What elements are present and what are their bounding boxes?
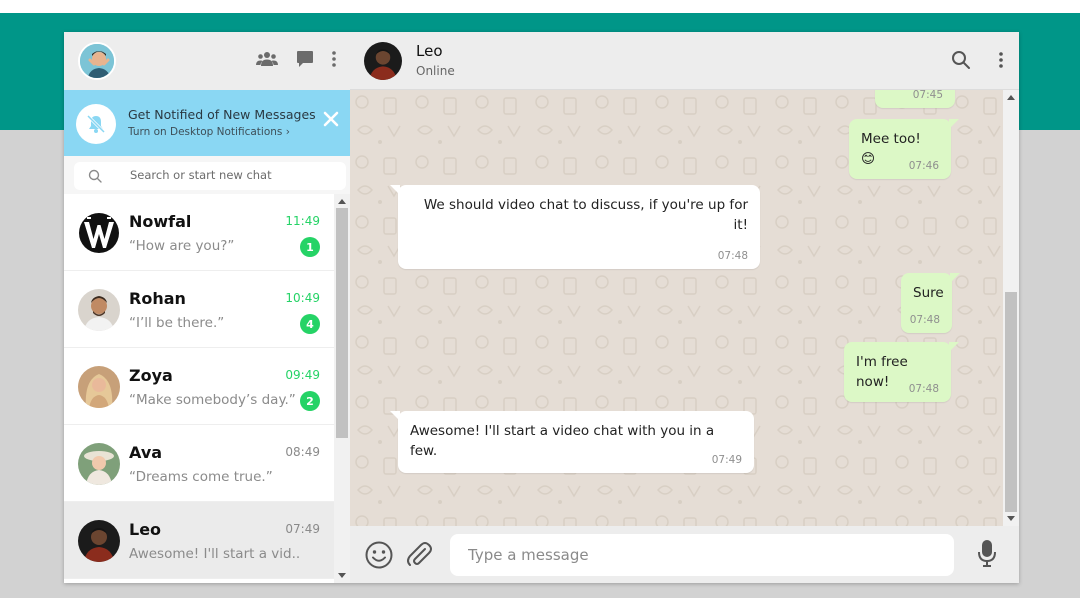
more-vertical-icon[interactable]: [999, 52, 1003, 72]
scrollbar-thumb[interactable]: [336, 208, 348, 438]
message-bubble-outgoing: I'm free now! 07:48: [844, 342, 959, 402]
sidebar-header: [64, 32, 350, 90]
conversation-panel: Leo Online 07:45 Mee too! 😊 07:46 We sho…: [350, 32, 1019, 583]
notification-banner[interactable]: Get Notified of New Messages Turn on Des…: [64, 90, 350, 156]
avatar: [78, 366, 120, 408]
scrollbar-thumb[interactable]: [1005, 292, 1017, 512]
conversation-header: Leo Online: [350, 32, 1019, 90]
message-time: 07:46: [908, 160, 939, 172]
chat-time: 08:49: [285, 445, 320, 459]
message-time: 07:45: [912, 90, 943, 101]
avatar: [78, 212, 120, 254]
message-input[interactable]: [450, 534, 954, 576]
message-bubble-outgoing: 07:45: [875, 90, 955, 108]
avatar: [78, 289, 120, 331]
avatar: [78, 443, 120, 485]
scroll-up-icon[interactable]: [338, 199, 346, 204]
more-vertical-icon[interactable]: [332, 51, 336, 71]
page-top-strip: [0, 0, 1080, 13]
message-area: 07:45 Mee too! 😊 07:46 We should video c…: [350, 90, 1003, 526]
unread-badge: 2: [300, 391, 320, 411]
chat-name: Rohan: [129, 289, 186, 308]
message-bubble-incoming: Awesome! I'll start a video chat with yo…: [390, 411, 754, 473]
bell-off-icon: [76, 104, 116, 144]
chat-item-ava[interactable]: Ava 08:49 “Dreams come true.”: [64, 425, 334, 502]
chat-time: 10:49: [285, 291, 320, 305]
chat-item-zoya[interactable]: Zoya 09:49 “Make somebody’s day.” 2: [64, 348, 334, 425]
message-time: 07:48: [909, 314, 940, 326]
search-bar: [64, 156, 350, 194]
chat-name: Zoya: [129, 366, 173, 385]
chat-preview: “How are you?”: [129, 238, 235, 254]
microphone-icon[interactable]: [977, 538, 997, 572]
search-input[interactable]: [130, 168, 330, 182]
unread-badge: 4: [300, 314, 320, 334]
chat-item-nowfal[interactable]: Nowfal 11:49 “How are you?” 1: [64, 194, 334, 271]
message-bubble-outgoing: Sure 07:48: [901, 273, 960, 333]
search-box: [74, 162, 346, 190]
contact-name[interactable]: Leo: [416, 42, 443, 60]
message-text: Awesome! I'll start a video chat with yo…: [410, 423, 715, 459]
sidebar: Get Notified of New Messages Turn on Des…: [64, 32, 350, 583]
message-time: 07:48: [717, 250, 748, 262]
chat-list-scrollbar[interactable]: [334, 194, 350, 583]
sidebar-header-actions: [256, 50, 336, 72]
chat-item-rohan[interactable]: Rohan 10:49 “I’ll be there.” 4: [64, 271, 334, 348]
search-icon[interactable]: [951, 50, 971, 74]
message-square-icon[interactable]: [296, 50, 314, 72]
scroll-up-icon[interactable]: [1007, 95, 1015, 100]
scroll-down-icon[interactable]: [1007, 516, 1015, 521]
chat-name: Leo: [129, 520, 162, 539]
message-time: 07:48: [908, 383, 939, 395]
notification-title: Get Notified of New Messages: [128, 107, 316, 122]
avatar: [78, 520, 120, 562]
conversation-actions: [951, 50, 1003, 74]
chat-preview: “I’ll be there.”: [129, 315, 225, 331]
notification-link[interactable]: Turn on Desktop Notifications ›: [128, 126, 290, 138]
message-text: Sure: [913, 285, 944, 301]
message-time: 07:49: [711, 454, 742, 466]
chat-time: 07:49: [285, 522, 320, 536]
chat-preview: Awesome! I'll start a vid..: [129, 546, 301, 562]
scroll-down-icon[interactable]: [338, 573, 346, 578]
chat-preview: “Dreams come true.”: [129, 469, 273, 485]
contact-avatar[interactable]: [364, 42, 402, 80]
paperclip-icon[interactable]: [404, 540, 434, 574]
close-icon[interactable]: [322, 110, 340, 128]
chat-app-window: Get Notified of New Messages Turn on Des…: [64, 32, 1019, 583]
chat-name: Nowfal: [129, 212, 192, 231]
message-bubble-incoming: We should video chat to discuss, if you'…: [390, 185, 760, 269]
chat-preview: “Make somebody’s day.”: [129, 392, 296, 408]
chat-time: 09:49: [285, 368, 320, 382]
unread-badge: 1: [300, 237, 320, 257]
search-icon: [88, 168, 102, 187]
message-scrollbar[interactable]: [1003, 90, 1019, 526]
chat-item-leo[interactable]: Leo 07:49 Awesome! I'll start a vid..: [64, 502, 334, 579]
contact-status: Online: [416, 64, 455, 78]
people-icon[interactable]: [256, 51, 278, 71]
chat-name: Ava: [129, 443, 163, 462]
message-bubble-outgoing: Mee too! 😊 07:46: [849, 119, 959, 179]
message-text: We should video chat to discuss, if you'…: [423, 197, 748, 233]
message-composer: [350, 526, 1019, 583]
chat-time: 11:49: [285, 214, 320, 228]
my-avatar[interactable]: [78, 42, 116, 80]
emoji-icon[interactable]: [364, 540, 394, 574]
chat-list: Nowfal 11:49 “How are you?” 1 Rohan 10:4…: [64, 194, 334, 583]
